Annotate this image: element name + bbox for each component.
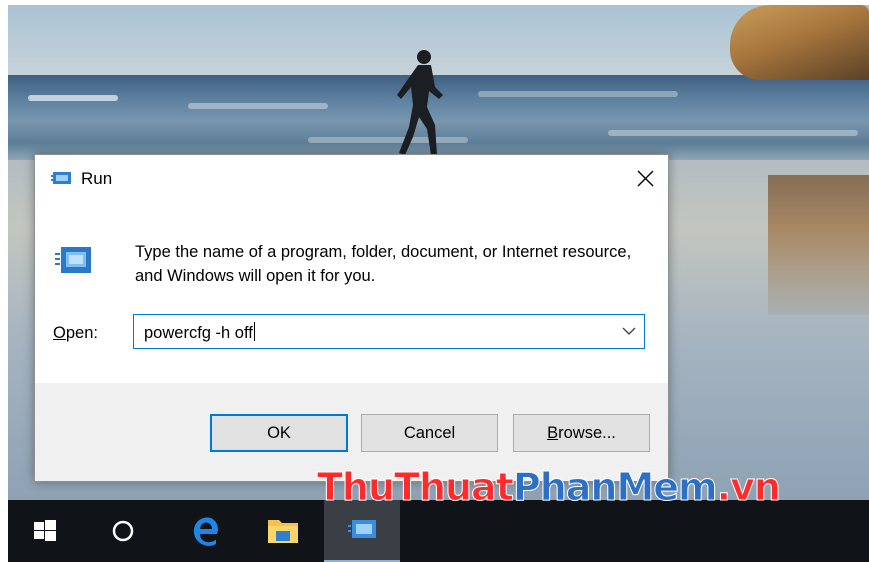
- cortana-button[interactable]: [94, 500, 152, 562]
- open-label: Open:: [53, 324, 98, 342]
- run-program-icon: [55, 247, 91, 273]
- site-watermark: ThuThuatPhanMem.vn: [317, 465, 782, 510]
- edge-browser-icon: [193, 517, 218, 546]
- file-explorer-icon: [268, 520, 298, 543]
- run-dialog: Run Type the name of a program, folder, …: [34, 154, 669, 482]
- wallpaper-cliff-reflection: [768, 175, 869, 315]
- run-taskbar-button[interactable]: [324, 500, 400, 562]
- ok-button[interactable]: OK: [210, 414, 348, 452]
- close-button[interactable]: [622, 155, 668, 203]
- wallpaper-cliff: [730, 5, 869, 80]
- taskbar: [8, 500, 869, 562]
- dialog-title: Run: [81, 169, 113, 188]
- explorer-taskbar-button[interactable]: [254, 500, 312, 562]
- open-command-combobox[interactable]: powercfg -h off: [133, 314, 645, 349]
- run-app-icon: [348, 520, 376, 538]
- browse-button[interactable]: Browse...: [513, 414, 650, 452]
- dialog-titlebar[interactable]: Run: [35, 155, 668, 203]
- cancel-button[interactable]: Cancel: [361, 414, 498, 452]
- start-windows-icon: [34, 520, 56, 541]
- close-icon: [637, 170, 654, 187]
- cortana-circle-icon: [112, 520, 134, 542]
- edge-taskbar-button[interactable]: [176, 500, 234, 562]
- command-input[interactable]: powercfg -h off: [144, 322, 255, 343]
- start-button[interactable]: [16, 500, 74, 562]
- dialog-content: Type the name of a program, folder, docu…: [35, 203, 668, 383]
- run-icon: [51, 172, 71, 184]
- wallpaper-runner-silhouette: [397, 50, 443, 155]
- dialog-description: Type the name of a program, folder, docu…: [135, 243, 632, 285]
- chevron-down-icon[interactable]: [622, 327, 636, 336]
